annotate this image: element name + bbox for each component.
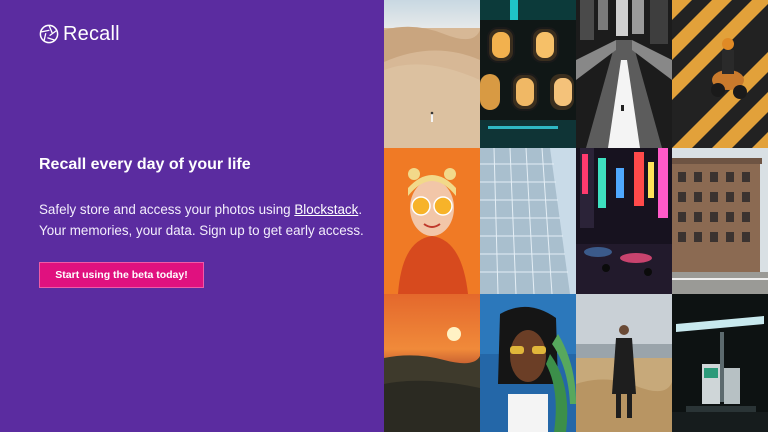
hero-panel: Recall Recall every day of your life Saf… — [0, 0, 384, 432]
brand[interactable]: Recall — [39, 23, 120, 45]
photo-glass-tower — [480, 148, 576, 294]
brand-name: Recall — [63, 23, 120, 45]
photo-airplane-windows — [480, 0, 576, 148]
photo-grid — [384, 0, 768, 432]
description-text-start: Safely store and access your photos usin… — [39, 202, 295, 217]
photo-highway-bridge — [576, 0, 672, 148]
photo-neon-street — [576, 148, 672, 294]
blockstack-link[interactable]: Blockstack — [294, 202, 358, 217]
photo-woman-sunglasses — [480, 294, 576, 432]
photo-brick-building — [672, 148, 768, 294]
photo-sunset-forest — [384, 294, 480, 432]
photo-desert — [384, 0, 480, 148]
hero-description: Safely store and access your photos usin… — [39, 199, 369, 241]
photo-man-on-hill — [576, 294, 672, 432]
start-beta-button[interactable]: Start using the beta today! — [39, 262, 204, 288]
photo-gas-pump — [672, 294, 768, 432]
camera-shutter-icon — [39, 24, 59, 44]
page-title: Recall every day of your life — [39, 156, 251, 173]
photo-scooter-rider — [672, 0, 768, 148]
photo-orange-slices — [384, 148, 480, 294]
